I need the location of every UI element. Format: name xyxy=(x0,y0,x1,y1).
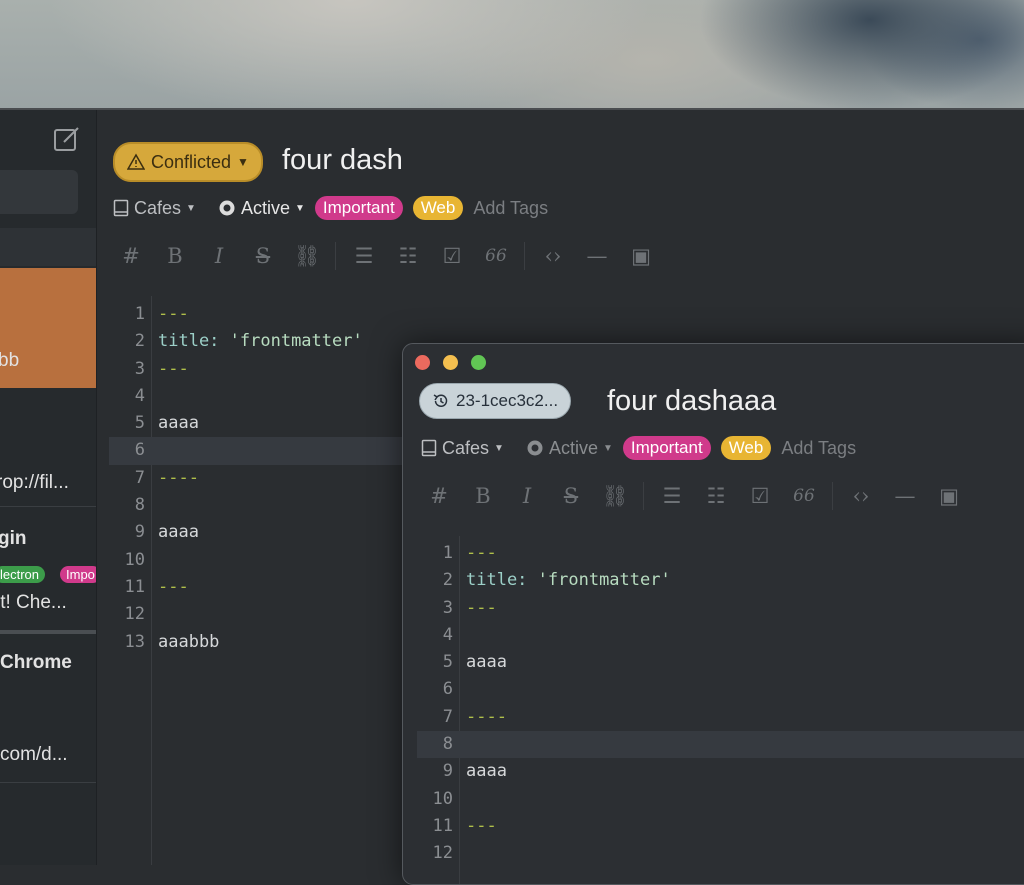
chevron-down-icon: ▼ xyxy=(237,155,249,169)
notebook-label: Cafes xyxy=(134,197,182,218)
bold-icon[interactable]: B xyxy=(461,484,505,508)
history-icon xyxy=(433,394,448,407)
italic-icon[interactable]: I xyxy=(505,484,549,508)
add-tags-button[interactable]: Add Tags xyxy=(781,438,856,459)
image-icon[interactable]: ▣ xyxy=(619,244,663,268)
image-icon[interactable]: ▣ xyxy=(927,484,971,508)
tag-badge: lectron xyxy=(0,566,46,583)
editor-line: 3 --- xyxy=(442,597,497,618)
link-icon[interactable]: ⛓ xyxy=(285,244,329,269)
desktop-wallpaper xyxy=(0,0,1024,110)
state-label: Active xyxy=(548,437,598,458)
note-title: Chrome xyxy=(0,652,72,673)
editor-line: 1 --- xyxy=(134,304,189,324)
zoom-window-button[interactable] xyxy=(471,355,486,370)
checkbox-icon[interactable]: ☑ xyxy=(738,484,782,508)
tag-web[interactable]: Web xyxy=(720,436,772,460)
checkbox-icon[interactable]: ☑ xyxy=(430,244,474,268)
toolbar-separator xyxy=(643,482,644,510)
code-editor[interactable]: 1 --- 2 title: 'frontmatter' 3 --- 4 5 aaaa … xyxy=(417,540,1024,868)
toolbar-separator xyxy=(524,242,525,270)
status-label: Conflicted xyxy=(151,151,232,172)
editor-line: 11 --- xyxy=(432,815,497,836)
tag-web[interactable]: Web xyxy=(412,196,464,220)
horizontal-rule-icon[interactable]: — xyxy=(575,244,619,268)
note-snippet: rop://fil... xyxy=(0,472,69,493)
horizontal-rule-icon[interactable]: — xyxy=(883,484,927,508)
editor-line: 12 xyxy=(432,843,453,864)
divider xyxy=(0,630,96,634)
editor-line: 4 xyxy=(442,624,453,645)
bold-icon[interactable]: B xyxy=(153,244,197,268)
note-meta-row: Cafes ▼ Active ▼ Important Web Add Tags xyxy=(113,196,548,220)
editor-line: 5 aaaa xyxy=(442,652,507,673)
bullet-list-icon[interactable]: ☰ xyxy=(650,484,694,508)
active-state-icon xyxy=(527,440,543,456)
book-icon xyxy=(113,199,129,217)
note-snippet: bb xyxy=(0,350,20,371)
numbered-list-icon[interactable]: ☷ xyxy=(694,484,738,508)
editor-line: 2 title: 'frontmatter' xyxy=(442,570,671,591)
state-selector[interactable]: Active ▼ xyxy=(218,198,305,219)
tag-important[interactable]: Important xyxy=(622,436,711,460)
conflict-version-window: 23-1cec3c2... four dashaaa Cafes ▼ Activ… xyxy=(402,343,1024,885)
chevron-down-icon: ▼ xyxy=(494,442,504,454)
note-title: gin xyxy=(0,528,27,549)
numbered-list-icon[interactable]: ☷ xyxy=(386,244,430,268)
note-title[interactable]: four dashaaa xyxy=(607,385,776,418)
conflict-status-button[interactable]: Conflicted ▼ xyxy=(113,142,263,182)
toolbar-separator xyxy=(832,482,833,510)
quote-icon[interactable]: 66 xyxy=(474,246,518,266)
tag-important[interactable]: Important xyxy=(314,196,403,220)
formatting-toolbar: # B I S ⛓ ☰ ☷ ☑ 66 ‹› — ▣ xyxy=(109,242,663,270)
notebook-label: Cafes xyxy=(442,437,490,458)
chevron-down-icon: ▼ xyxy=(294,202,305,214)
bullet-list-icon[interactable]: ☰ xyxy=(342,244,386,268)
compose-icon[interactable] xyxy=(52,124,82,154)
quote-icon[interactable]: 66 xyxy=(782,486,826,506)
minimize-window-button[interactable] xyxy=(443,355,458,370)
book-icon xyxy=(421,439,437,457)
editor-line: 7 ---- xyxy=(442,706,507,727)
editor-line: 9 aaaa xyxy=(442,761,507,782)
note-meta-row: Cafes ▼ Active ▼ Important Web Add Tags xyxy=(421,436,856,460)
chevron-down-icon: ▼ xyxy=(186,202,196,214)
note-snippet: it! Che... xyxy=(0,592,67,613)
editor-line: 6 xyxy=(442,679,453,700)
formatting-toolbar: # B I S ⛓ ☰ ☷ ☑ 66 ‹› — ▣ xyxy=(417,482,971,510)
code-icon[interactable]: ‹› xyxy=(531,244,575,268)
warning-icon xyxy=(127,153,145,170)
notebook-selector[interactable]: Cafes ▼ xyxy=(113,198,196,219)
add-tags-button[interactable]: Add Tags xyxy=(473,198,548,219)
divider xyxy=(0,782,96,783)
heading-icon[interactable]: # xyxy=(109,244,153,268)
active-state-icon xyxy=(219,200,235,216)
italic-icon[interactable]: I xyxy=(197,244,241,268)
note-title[interactable]: four dash xyxy=(282,144,403,177)
search-input[interactable] xyxy=(0,170,78,214)
note-snippet: com/d... xyxy=(0,744,68,765)
state-label: Active xyxy=(240,197,290,218)
notebook-selector[interactable]: Cafes ▼ xyxy=(421,438,504,459)
editor-line: 1 --- xyxy=(442,543,497,563)
chevron-down-icon: ▼ xyxy=(602,442,613,454)
note-list-item-selected[interactable]: bb xyxy=(0,268,96,388)
list-header-band xyxy=(0,228,96,266)
strikethrough-icon[interactable]: S xyxy=(549,484,593,508)
divider xyxy=(0,506,96,507)
note-list-sidebar: bb rop://fil... gin lectron Impo it! Che… xyxy=(0,110,97,865)
heading-icon[interactable]: # xyxy=(417,484,461,508)
code-icon[interactable]: ‹› xyxy=(839,484,883,508)
editor-line-current: 8 xyxy=(417,731,1024,759)
toolbar-separator xyxy=(335,242,336,270)
editor-line: 10 xyxy=(432,788,453,809)
version-label: 23-1cec3c2... xyxy=(456,391,559,410)
state-selector[interactable]: Active ▼ xyxy=(526,438,613,459)
version-history-button[interactable]: 23-1cec3c2... xyxy=(419,383,572,419)
link-icon[interactable]: ⛓ xyxy=(593,484,637,509)
close-window-button[interactable] xyxy=(415,355,430,370)
tag-badge: Impo xyxy=(60,566,96,583)
strikethrough-icon[interactable]: S xyxy=(241,244,285,268)
